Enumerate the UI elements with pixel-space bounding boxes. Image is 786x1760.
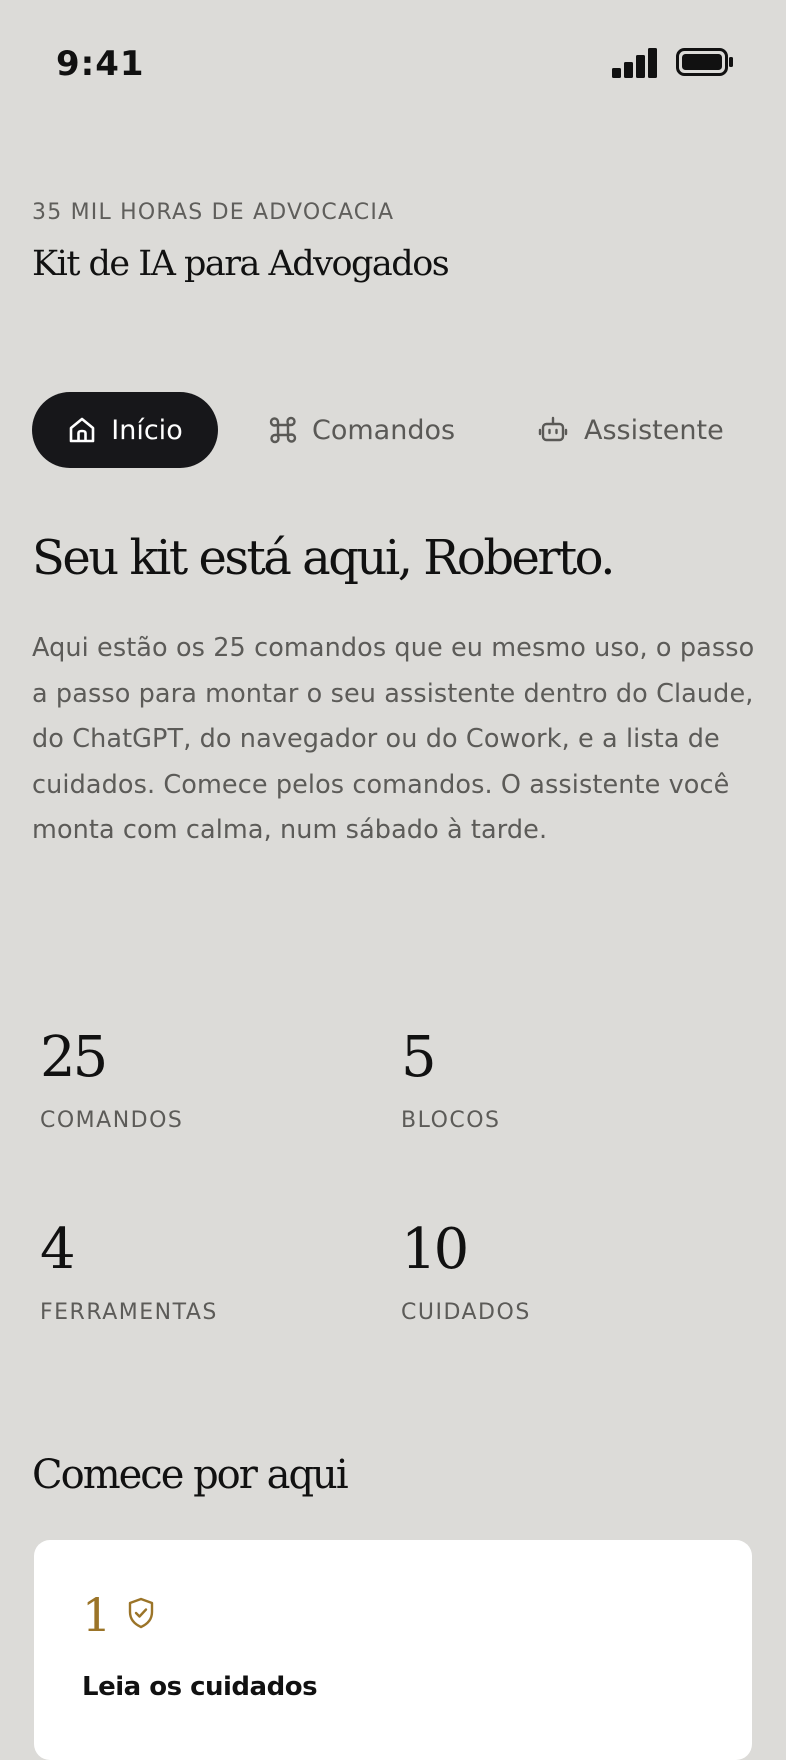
stat-value: 10 [401, 1217, 469, 1282]
battery-icon [676, 48, 733, 76]
stat-label: BLOCOS [401, 1108, 501, 1133]
stat-value: 4 [40, 1217, 76, 1282]
stat-label: CUIDADOS [401, 1300, 531, 1325]
status-bar: 9:41 [0, 0, 786, 120]
tab-comandos[interactable]: Comandos [268, 392, 455, 468]
start-card-cuidados[interactable]: 1 Leia os cuidados [34, 1540, 752, 1760]
stat-cuidados: 10 CUIDADOS [401, 1217, 701, 1326]
stat-comandos: 25 COMANDOS [40, 1025, 340, 1134]
card-step-number: 1 [82, 1588, 112, 1642]
stat-label: COMANDOS [40, 1108, 184, 1133]
stat-label: FERRAMENTAS [40, 1300, 218, 1325]
stat-blocos: 5 BLOCOS [401, 1025, 701, 1134]
app-title: Kit de IA para Advogados [32, 244, 450, 284]
tab-label: Início [111, 414, 183, 446]
tab-assistente[interactable]: Assistente [538, 392, 724, 468]
hero-body: Aqui estão os 25 comandos que eu mesmo u… [32, 633, 755, 845]
tab-inicio[interactable]: Início [32, 392, 218, 468]
tab-label: Assistente [584, 414, 724, 446]
hero-title: Seu kit está aqui, Roberto. [32, 530, 616, 586]
card-title: Leia os cuidados [82, 1672, 318, 1702]
stat-value: 25 [40, 1025, 108, 1090]
app-eyebrow: 35 MIL HORAS DE ADVOCACIA [32, 200, 395, 225]
cellular-signal-icon [612, 48, 657, 78]
stat-ferramentas: 4 FERRAMENTAS [40, 1217, 340, 1326]
tab-label: Comandos [312, 414, 456, 446]
shield-check-icon [128, 1597, 154, 1629]
section-title: Comece por aqui [32, 1452, 349, 1498]
tab-bar: Início Comandos Assistente [32, 392, 754, 468]
status-time: 9:41 [56, 44, 145, 84]
home-icon [69, 417, 95, 443]
stat-value: 5 [401, 1025, 437, 1090]
robot-icon [538, 416, 568, 442]
command-icon [269, 416, 297, 444]
